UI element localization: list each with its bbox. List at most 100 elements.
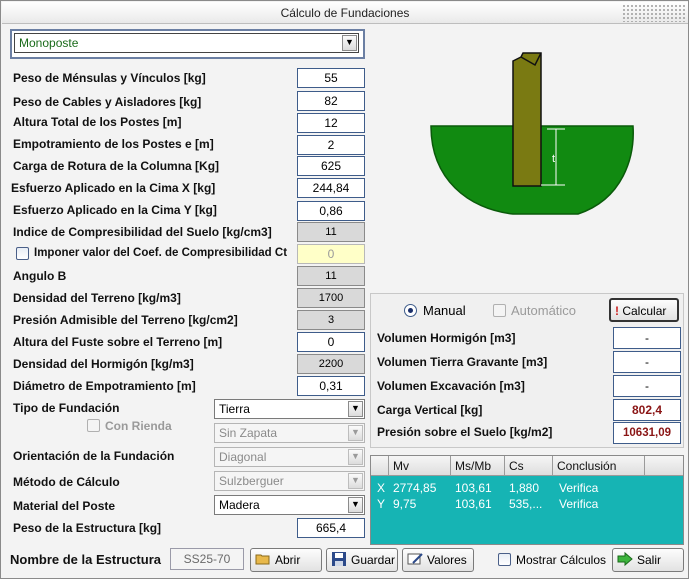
foundation-drawing: t xyxy=(430,52,634,215)
cell-cs: 535,... xyxy=(509,497,543,511)
calculator-icon: ! xyxy=(615,304,619,318)
field-angulo-b: 11 xyxy=(297,266,365,286)
guardar-label: Guardar xyxy=(351,553,396,567)
chevron-down-icon[interactable]: ▼ xyxy=(348,497,363,513)
chevron-down-icon[interactable]: ▼ xyxy=(348,449,363,465)
metodo-value: Sulzberguer xyxy=(219,474,284,488)
label-nombre-estructura: Nombre de la Estructura xyxy=(10,552,161,567)
abrir-button[interactable]: Abrir xyxy=(250,548,322,572)
label-peso-cables: Peso de Cables y Aisladores [kg] xyxy=(13,95,202,109)
salir-label: Salir xyxy=(637,553,662,567)
label-con-rienda: Con Rienda xyxy=(105,419,172,433)
label-orientacion: Orientación de la Fundación xyxy=(13,449,175,463)
label-carga-rotura: Carga de Rotura de la Columna [Kg] xyxy=(13,159,220,173)
structure-type-select[interactable]: Monoposte ▼ xyxy=(14,33,359,53)
header-cs[interactable]: Cs xyxy=(505,456,553,476)
label-diametro-empotramiento: Diámetro de Empotramiento [m] xyxy=(13,379,196,393)
field-empotramiento[interactable]: 2 xyxy=(297,135,365,155)
metodo-select[interactable]: Sulzberguer ▼ xyxy=(214,471,365,491)
field-diametro-empotramiento[interactable]: 0,31 xyxy=(297,376,365,396)
results-table[interactable]: Mv Ms/Mb Cs Conclusión X 2774,85 103,61 … xyxy=(370,455,684,545)
label-volumen-excavacion: Volumen Excavación [m3] xyxy=(377,379,525,393)
folder-open-icon xyxy=(255,551,271,567)
title-bar-texture xyxy=(622,4,686,22)
label-peso-mensulas: Peso de Ménsulas y Vínculos [kg] xyxy=(13,71,206,85)
zapata-value: Sin Zapata xyxy=(219,426,278,440)
field-coef-ct[interactable]: 0 xyxy=(297,244,365,264)
valores-label: Valores xyxy=(427,553,467,567)
mostrar-calculos-checkbox[interactable] xyxy=(498,553,511,566)
automatic-label: Automático xyxy=(511,303,577,318)
label-volumen-hormigon: Volumen Hormigón [m3] xyxy=(377,331,516,345)
manual-label: Manual xyxy=(423,303,466,318)
valores-button[interactable]: Valores xyxy=(402,548,474,572)
header-conclusion[interactable]: Conclusión xyxy=(553,456,645,476)
header-mv[interactable]: Mv xyxy=(389,456,451,476)
field-altura-total[interactable]: 12 xyxy=(297,113,365,133)
title-bar: Cálculo de Fundaciones xyxy=(2,2,688,24)
cell-msmb: 103,61 xyxy=(455,497,492,511)
automatic-checkbox[interactable] xyxy=(493,304,506,317)
row-axis: X xyxy=(377,481,386,495)
cell-conclusion: Verifica xyxy=(559,481,599,495)
label-altura-fuste: Altura del Fuste sobre el Terreno [m] xyxy=(13,335,223,349)
field-peso-estructura[interactable]: 665,4 xyxy=(297,518,365,538)
row-axis: Y xyxy=(377,497,386,511)
chevron-down-icon[interactable]: ▼ xyxy=(348,473,363,489)
value-volumen-tierra: - xyxy=(613,351,681,373)
field-peso-cables[interactable]: 82 xyxy=(297,91,365,111)
value-volumen-hormigon: - xyxy=(613,327,681,349)
orientacion-select[interactable]: Diagonal ▼ xyxy=(214,447,365,467)
chevron-down-icon[interactable]: ▼ xyxy=(348,425,363,441)
window-title: Cálculo de Fundaciones xyxy=(280,6,410,20)
label-esfuerzo-x: Esfuerzo Aplicado en la Cima X [kg] xyxy=(11,181,216,195)
floppy-disk-icon xyxy=(331,551,347,567)
con-rienda-checkbox[interactable] xyxy=(87,419,100,432)
label-angulo-b: Angulo B xyxy=(13,269,67,283)
label-material-poste: Material del Poste xyxy=(13,499,116,513)
tipo-fundacion-select[interactable]: Tierra ▼ xyxy=(214,399,365,419)
label-empotramiento: Empotramiento de los Postes e [m] xyxy=(13,137,214,151)
field-esfuerzo-y[interactable]: 0,86 xyxy=(297,201,365,221)
field-densidad-terreno: 1700 xyxy=(297,288,365,308)
value-presion-suelo: 10631,09 xyxy=(613,422,681,444)
edit-values-icon xyxy=(407,551,423,567)
material-select[interactable]: Madera ▼ xyxy=(214,495,365,515)
mostrar-calculos-label: Mostrar Cálculos xyxy=(516,553,607,567)
chevron-down-icon[interactable]: ▼ xyxy=(348,401,363,417)
label-presion-suelo: Presión sobre el Suelo [kg/m2] xyxy=(377,425,553,439)
header-corner xyxy=(371,456,389,476)
field-peso-mensulas[interactable]: 55 xyxy=(297,68,365,88)
label-presion-admisible: Presión Admisible del Terreno [kg/cm2] xyxy=(13,313,238,327)
imponer-ct-checkbox[interactable] xyxy=(16,247,29,260)
calcular-button[interactable]: ! Calcular xyxy=(609,298,679,322)
field-esfuerzo-x[interactable]: 244,84 xyxy=(297,178,365,198)
cell-conclusion: Verifica xyxy=(559,497,599,511)
label-peso-estructura: Peso de la Estructura [kg] xyxy=(13,521,162,535)
label-metodo-calculo: Método de Cálculo xyxy=(13,475,120,489)
value-volumen-excavacion: - xyxy=(613,375,681,397)
depth-label: t xyxy=(552,153,555,165)
field-densidad-hormigon: 2200 xyxy=(297,354,365,374)
header-msmb[interactable]: Ms/Mb xyxy=(451,456,505,476)
label-esfuerzo-y: Esfuerzo Aplicado en la Cima Y [kg] xyxy=(13,203,217,217)
cell-mv: 9,75 xyxy=(393,497,417,511)
structure-name-field[interactable]: SS25-70 xyxy=(170,548,244,570)
zapata-select[interactable]: Sin Zapata ▼ xyxy=(214,423,365,443)
structure-type-frame: Monoposte ▼ xyxy=(10,29,365,59)
field-altura-fuste[interactable]: 0 xyxy=(297,332,365,352)
chevron-down-icon[interactable]: ▼ xyxy=(342,35,357,51)
salir-button[interactable]: Salir xyxy=(612,548,684,572)
manual-radio[interactable] xyxy=(404,304,417,317)
calcular-label: Calcular xyxy=(622,304,667,318)
abrir-label: Abrir xyxy=(275,553,301,567)
material-value: Madera xyxy=(219,498,260,512)
label-densidad-hormigon: Densidad del Hormigón [kg/m3] xyxy=(13,357,194,371)
field-carga-rotura[interactable]: 625 xyxy=(297,156,365,176)
app-window: Cálculo de Fundaciones Monoposte ▼ Peso … xyxy=(0,0,689,579)
value-carga-vertical: 802,4 xyxy=(613,399,681,421)
calculation-panel: Manual Automático ! Calcular Volumen Hor… xyxy=(370,293,684,448)
label-altura-total: Altura Total de los Postes [m] xyxy=(13,115,182,129)
label-volumen-tierra: Volumen Tierra Gravante [m3] xyxy=(377,355,548,369)
guardar-button[interactable]: Guardar xyxy=(326,548,398,572)
